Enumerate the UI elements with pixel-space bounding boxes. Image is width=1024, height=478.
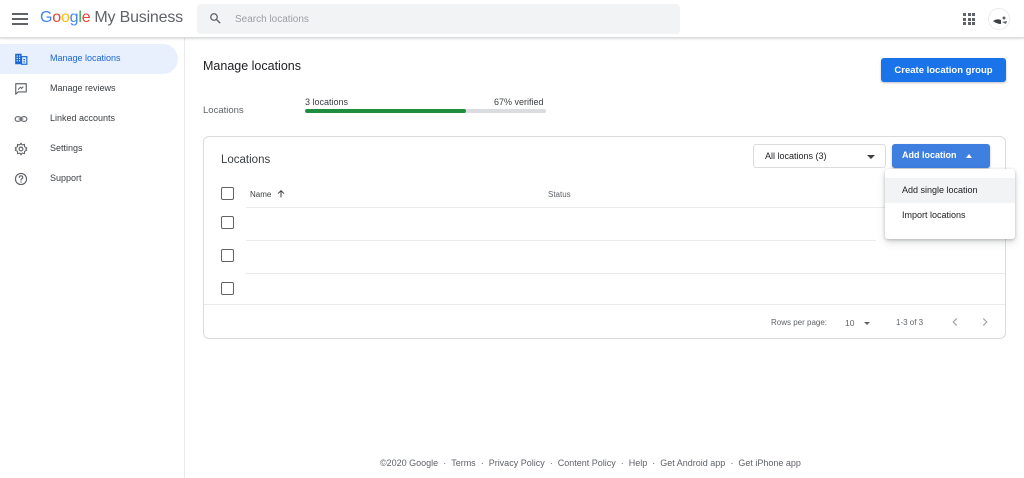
footer-separator: · — [480, 458, 484, 468]
sidebar-item-label: Manage locations — [50, 53, 121, 63]
copyright: ©2020 Google — [380, 458, 439, 468]
sidebar-item-label: Manage reviews — [50, 83, 116, 93]
chevron-left-icon[interactable] — [948, 315, 962, 329]
menu-item-import-locations[interactable]: Import locations — [885, 203, 1015, 228]
row-checkbox[interactable] — [221, 216, 234, 229]
footer-separator: · — [549, 458, 553, 468]
building-icon — [15, 53, 28, 65]
locations-summary-label: Locations — [203, 105, 244, 116]
help-icon — [14, 172, 28, 186]
search-bar[interactable] — [197, 4, 680, 34]
review-icon — [15, 83, 27, 95]
row-checkbox[interactable] — [221, 282, 234, 295]
logo-letter: o — [60, 9, 70, 26]
logo-letter: G — [40, 9, 53, 26]
sidebar-item-support[interactable]: Support — [0, 164, 178, 194]
account-avatar[interactable] — [988, 8, 1010, 30]
card-title: Locations — [221, 154, 271, 166]
apps-grid-icon[interactable] — [963, 13, 975, 25]
row-divider — [246, 240, 876, 241]
footer-link-terms[interactable]: Terms — [451, 458, 476, 468]
footer-link-help[interactable]: Help — [629, 458, 648, 468]
menu-item-label: Add single location — [902, 185, 978, 195]
verification-progress-bar — [305, 109, 546, 113]
gear-icon — [14, 142, 28, 156]
menu-item-label: Import locations — [902, 210, 966, 220]
row-divider — [246, 273, 1005, 274]
dropdown-caret-icon — [867, 155, 875, 159]
search-input[interactable] — [235, 10, 655, 28]
pagination-range: 1-3 of 3 — [896, 318, 924, 327]
add-location-menu: Add single location Import locations — [885, 169, 1015, 239]
sidebar-item-manage-reviews[interactable]: Manage reviews — [0, 74, 178, 104]
column-header-status: Status — [548, 190, 571, 199]
locations-count: 3 locations — [305, 97, 349, 107]
pagination-divider — [204, 304, 1005, 305]
page-title: Manage locations — [203, 59, 301, 73]
footer-link-content-policy[interactable]: Content Policy — [558, 458, 616, 468]
filter-value: All locations (3) — [765, 151, 827, 161]
verified-percentage: 67% verified — [494, 97, 544, 107]
sidebar-item-label: Linked accounts — [50, 113, 116, 123]
row-checkbox[interactable] — [221, 249, 234, 262]
sidebar-item-linked-accounts[interactable]: Linked accounts — [0, 104, 178, 134]
hamburger-menu-icon[interactable] — [12, 10, 28, 28]
footer-separator: · — [620, 458, 624, 468]
rows-per-page-select[interactable]: 10 — [845, 318, 854, 328]
menu-item-add-single-location[interactable]: Add single location — [885, 178, 1015, 203]
google-my-business-logo[interactable]: Google My Business — [40, 9, 183, 27]
footer-link-privacy-policy[interactable]: Privacy Policy — [489, 458, 545, 468]
sort-ascending-icon[interactable] — [276, 189, 286, 199]
avatar-image-icon — [989, 9, 1009, 29]
sidebar-item-manage-locations[interactable]: Manage locations — [0, 44, 178, 74]
column-header-name[interactable]: Name — [250, 190, 271, 199]
logo-letter: e — [81, 9, 91, 26]
create-location-group-button[interactable]: Create location group — [881, 58, 1006, 82]
location-filter-dropdown[interactable]: All locations (3) — [753, 144, 886, 168]
logo-letter: o — [52, 9, 61, 26]
sidebar-item-label: Support — [50, 173, 82, 183]
footer: ©2020 Google · Terms · Privacy Policy · Conten… — [380, 458, 801, 468]
product-name: My Business — [94, 9, 183, 26]
chevron-right-icon[interactable] — [978, 315, 992, 329]
search-icon — [210, 13, 221, 24]
footer-link-android-app[interactable]: Get Android app — [660, 458, 725, 468]
verification-progress-fill — [305, 109, 467, 113]
sidebar-item-settings[interactable]: Settings — [0, 134, 178, 164]
rows-per-page-caret-icon[interactable] — [864, 322, 870, 325]
footer-separator: · — [443, 458, 447, 468]
footer-separator: · — [652, 458, 656, 468]
footer-separator: · — [730, 458, 734, 468]
sidebar: Manage locations Manage reviews Linked a… — [0, 38, 185, 478]
rows-per-page-label: Rows per page: — [771, 318, 828, 327]
add-location-label: Add location — [902, 150, 957, 160]
link-icon — [14, 116, 28, 122]
top-app-bar: Google My Business — [0, 0, 1024, 38]
select-all-checkbox[interactable] — [221, 187, 234, 200]
footer-link-iphone-app[interactable]: Get iPhone app — [738, 458, 801, 468]
sidebar-item-label: Settings — [50, 143, 83, 153]
caret-up-icon — [966, 154, 972, 158]
add-location-button[interactable]: Add location — [892, 144, 990, 168]
